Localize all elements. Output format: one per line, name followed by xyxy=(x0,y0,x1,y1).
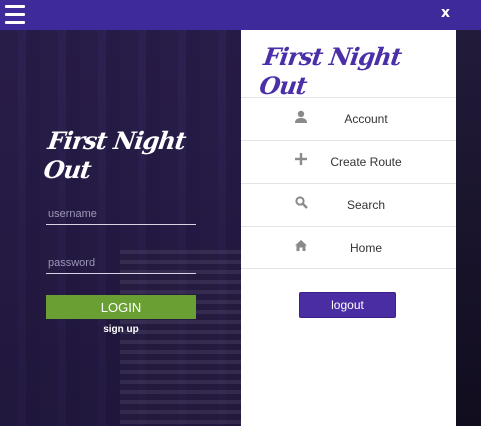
menu-item-search[interactable]: Search xyxy=(241,183,456,226)
menu-item-home[interactable]: Home xyxy=(241,226,456,269)
login-panel: First Night Out LOGIN sign up xyxy=(0,30,241,426)
menu-item-label: Search xyxy=(346,198,386,212)
hamburger-icon[interactable] xyxy=(5,5,27,25)
menu-list: Account Create Route Search Home xyxy=(241,97,456,269)
menu-item-label: Account xyxy=(344,112,388,126)
plus-icon xyxy=(294,153,308,169)
password-input[interactable] xyxy=(46,252,196,274)
search-icon xyxy=(294,196,308,212)
login-button[interactable]: LOGIN xyxy=(46,295,196,319)
menu-item-account[interactable]: Account xyxy=(241,97,456,140)
username-input[interactable] xyxy=(46,203,196,225)
signup-link[interactable]: sign up xyxy=(46,324,196,335)
side-menu: First Night Out Account Create Route Sea… xyxy=(241,30,456,426)
menu-item-create-route[interactable]: Create Route xyxy=(241,140,456,183)
login-brand-logo: First Night Out xyxy=(41,126,188,184)
menu-brand-logo: First Night Out xyxy=(257,42,403,100)
logout-button[interactable]: logout xyxy=(299,292,396,318)
home-icon xyxy=(294,239,308,255)
background-edge xyxy=(456,30,481,426)
close-button[interactable]: x xyxy=(441,5,455,23)
menu-item-label: Create Route xyxy=(330,155,402,169)
user-icon xyxy=(294,110,308,126)
top-bar: x xyxy=(0,0,481,30)
menu-item-label: Home xyxy=(349,241,382,255)
